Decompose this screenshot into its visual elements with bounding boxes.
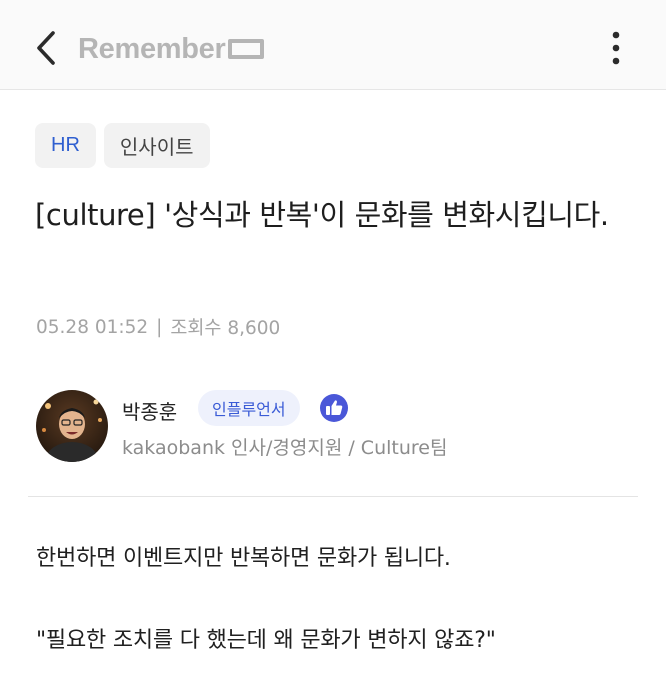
author-name[interactable]: 박종훈 (122, 396, 177, 425)
more-options-button[interactable] (598, 28, 634, 68)
article-meta: 05.28 01:52 | 조회수 8,600 (36, 314, 280, 340)
avatar-photo (36, 390, 108, 462)
vertical-dots-icon (612, 31, 620, 65)
back-button[interactable] (28, 26, 64, 70)
article-title: [culture] '상식과 반복'이 문화를 변화시킵니다. (35, 198, 609, 232)
article-date: 05.28 01:52 (36, 316, 149, 338)
article-views: 조회수 8,600 (170, 318, 281, 339)
meta-separator: | (156, 316, 163, 338)
thumbs-up-icon (320, 394, 348, 422)
body-paragraph-2: "필요한 조치를 다 했는데 왜 문화가 변하지 않죠?" (36, 628, 496, 653)
body-paragraph-1: 한번하면 이벤트지만 반복하면 문화가 됩니다. (36, 546, 451, 571)
brand-mark-icon (227, 39, 264, 59)
category-tags: HR 인사이트 (35, 123, 210, 168)
brand-logo: Remember (78, 31, 264, 67)
influencer-badge: 인플루언서 (198, 390, 300, 426)
author-card: 박종훈 인플루언서 kakaobank 인사/경영지원 / Culture팀 (36, 388, 636, 468)
brand-name: Remember (78, 32, 226, 65)
section-divider (28, 496, 638, 497)
app-header: Remember (0, 0, 666, 90)
avatar[interactable] (36, 390, 108, 462)
chevron-left-icon (37, 31, 55, 65)
tag-hr[interactable]: HR (35, 123, 96, 168)
author-affiliation: kakaobank 인사/경영지원 / Culture팀 (122, 437, 448, 459)
tag-insight[interactable]: 인사이트 (103, 123, 210, 168)
